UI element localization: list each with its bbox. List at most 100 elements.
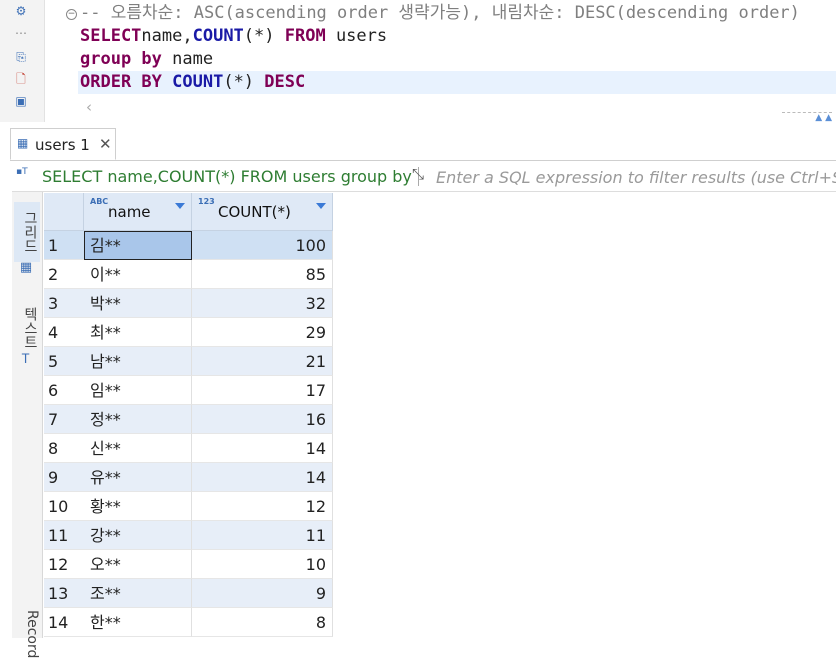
grid-header: ABC name 123 COUNT(*) — [44, 193, 334, 231]
close-icon[interactable]: ✕ — [99, 135, 112, 153]
cell-count[interactable]: 11 — [192, 521, 333, 550]
cell-count[interactable]: 100 — [192, 231, 333, 260]
cell-count[interactable]: 12 — [192, 492, 333, 521]
cell-name[interactable]: 강** — [84, 521, 192, 550]
table-row[interactable]: 2 이** 85 — [44, 260, 334, 289]
row-number[interactable]: 12 — [44, 550, 84, 579]
cell-name[interactable]: 오** — [84, 550, 192, 579]
scroll-left-icon[interactable]: ‹ — [86, 98, 92, 116]
row-number[interactable]: 7 — [44, 405, 84, 434]
cell-name[interactable]: 황** — [84, 492, 192, 521]
row-number[interactable]: 8 — [44, 434, 84, 463]
column-header-name[interactable]: ABC name — [84, 193, 192, 231]
sort-dropdown-icon[interactable] — [316, 203, 326, 209]
code-keyword: group by — [80, 49, 162, 69]
cell-name[interactable]: 남** — [84, 347, 192, 376]
row-number[interactable]: 3 — [44, 289, 84, 318]
cell-count[interactable]: 85 — [192, 260, 333, 289]
row-number-header — [44, 193, 84, 231]
table-row[interactable]: 8 신** 14 — [44, 434, 334, 463]
cell-count[interactable]: 14 — [192, 434, 333, 463]
column-label: name — [108, 203, 151, 221]
column-header-count[interactable]: 123 COUNT(*) — [192, 193, 333, 231]
row-number[interactable]: 11 — [44, 521, 84, 550]
explain-icon[interactable]: ▣ — [14, 94, 28, 108]
cell-name[interactable]: 이** — [84, 260, 192, 289]
table-row[interactable]: 6 임** 17 — [44, 376, 334, 405]
tab-text[interactable]: 텍스트 — [14, 296, 40, 360]
table-row[interactable]: 1 김** 100 — [44, 231, 334, 260]
row-number[interactable]: 4 — [44, 318, 84, 347]
cell-name[interactable]: 임** — [84, 376, 192, 405]
cell-count[interactable]: 16 — [192, 405, 333, 434]
table-row[interactable]: 10 황** 12 — [44, 492, 334, 521]
row-number[interactable]: 5 — [44, 347, 84, 376]
more-icon[interactable]: ⋯ — [14, 26, 28, 40]
tab-users-1[interactable]: ▦ users 1 ✕ — [10, 128, 116, 160]
filter-bar: ▪T SELECT name,COUNT(*) FROM users group… — [12, 163, 836, 192]
results-grid[interactable]: ABC name 123 COUNT(*) 1 김** 100 2 이** 85 3 박** 3… — [44, 193, 836, 638]
row-number[interactable]: 2 — [44, 260, 84, 289]
cell-count[interactable]: 8 — [192, 608, 333, 637]
sort-dropdown-icon[interactable] — [175, 203, 185, 209]
table-row[interactable]: 14 한** 8 — [44, 608, 334, 637]
cell-name[interactable]: 유** — [84, 463, 192, 492]
filter-input[interactable]: Enter a SQL expression to filter results… — [436, 168, 836, 187]
code-function: COUNT — [192, 26, 244, 46]
result-view-switcher: 그리드 ▦ 텍스트 Ꭲ Record — [12, 192, 43, 658]
sql-editor[interactable]: ⚙ ⋯ ⎘ 🗋 ▣ − -- 오름차순: ASC(ascending order… — [0, 0, 836, 123]
code-line[interactable]: ORDER BY COUNT(*) DESC — [78, 71, 836, 94]
cell-name[interactable]: 조** — [84, 579, 192, 608]
sql-type-icon: ▪T — [16, 167, 28, 177]
row-number[interactable]: 10 — [44, 492, 84, 521]
table-row[interactable]: 12 오** 10 — [44, 550, 334, 579]
code-line[interactable]: group by name — [80, 48, 836, 71]
editor-horizontal-scrollbar[interactable]: ‹ — [80, 96, 836, 118]
cell-count[interactable]: 9 — [192, 579, 333, 608]
active-query-label: SELECT name,COUNT(*) FROM users group by… — [42, 167, 419, 186]
cell-name[interactable]: 한** — [84, 608, 192, 637]
row-number[interactable]: 13 — [44, 579, 84, 608]
result-tab-bar: ▦ users 1 ✕ — [10, 126, 836, 161]
table-row[interactable]: 9 유** 14 — [44, 463, 334, 492]
execute-script-icon[interactable]: ⎘ — [14, 50, 28, 64]
code-line[interactable]: SELECTname,COUNT(*) FROM users — [80, 25, 836, 48]
table-row[interactable]: 5 남** 21 — [44, 347, 334, 376]
fold-toggle-icon[interactable]: − — [66, 9, 77, 20]
number-type-icon: 123 — [198, 197, 215, 206]
gear-icon[interactable]: ⚙ — [14, 4, 28, 18]
cell-name[interactable]: 정** — [84, 405, 192, 434]
code-keyword: ORDER BY — [80, 72, 162, 92]
export-icon[interactable]: 🗋 — [14, 72, 28, 86]
cell-count[interactable]: 10 — [192, 550, 333, 579]
cell-count[interactable]: 17 — [192, 376, 333, 405]
table-row[interactable]: 7 정** 16 — [44, 405, 334, 434]
table-row[interactable]: 13 조** 9 — [44, 579, 334, 608]
code-area[interactable]: -- 오름차순: ASC(ascending order 생략가능), 내림차순… — [78, 2, 836, 94]
table-row[interactable]: 3 박** 32 — [44, 289, 334, 318]
cell-count[interactable]: 32 — [192, 289, 333, 318]
grid-icon[interactable]: ▦ — [18, 260, 34, 276]
code-keyword: SELECT — [80, 26, 142, 46]
cell-name[interactable]: 최** — [84, 318, 192, 347]
cell-name[interactable]: 신** — [84, 434, 192, 463]
expand-icon[interactable]: ⤡ — [412, 165, 424, 183]
row-number[interactable]: 9 — [44, 463, 84, 492]
row-number[interactable]: 6 — [44, 376, 84, 405]
table-row[interactable]: 4 최** 29 — [44, 318, 334, 347]
cell-name[interactable]: 박** — [84, 289, 192, 318]
cell-count[interactable]: 14 — [192, 463, 333, 492]
cell-count[interactable]: 29 — [192, 318, 333, 347]
editor-gutter: ⚙ ⋯ ⎘ 🗋 ▣ — [0, 0, 45, 122]
row-number[interactable]: 1 — [44, 231, 84, 260]
cell-count[interactable]: 21 — [192, 347, 333, 376]
tab-grid[interactable]: 그리드 — [14, 202, 40, 262]
row-number[interactable]: 14 — [44, 608, 84, 637]
tab-record[interactable]: Record — [14, 604, 40, 664]
text-icon[interactable]: Ꭲ — [18, 352, 34, 368]
code-token: (*) — [243, 26, 285, 46]
cell-name[interactable]: 김** — [84, 231, 192, 260]
code-token: name, — [141, 26, 193, 46]
table-row[interactable]: 11 강** 11 — [44, 521, 334, 550]
code-line[interactable]: -- 오름차순: ASC(ascending order 생략가능), 내림차순… — [80, 2, 836, 25]
